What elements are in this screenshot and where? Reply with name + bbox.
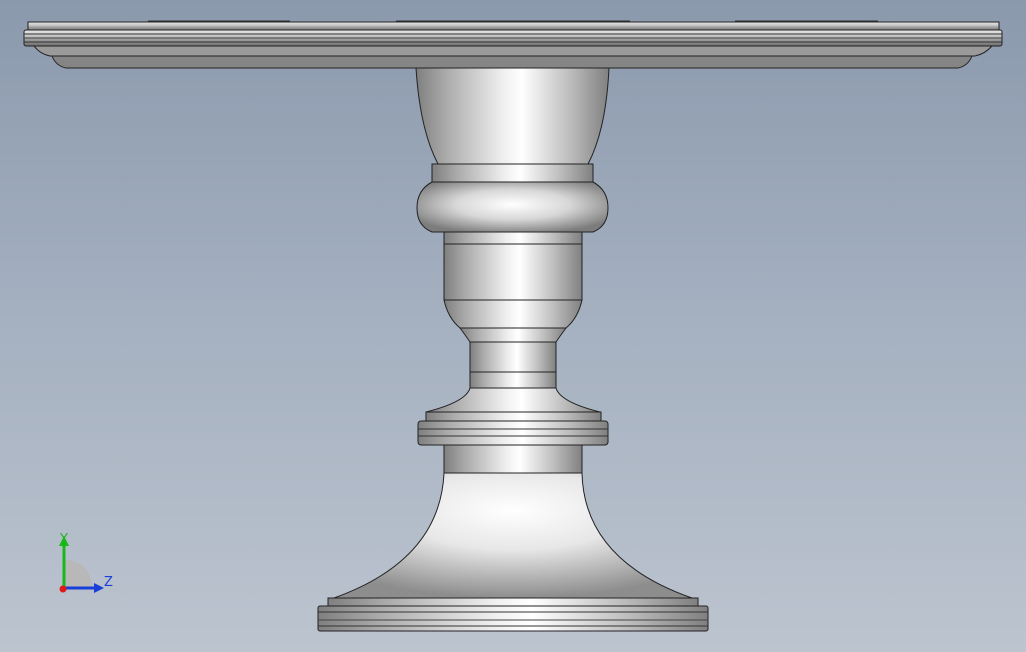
top-plate[interactable] — [23, 20, 1003, 69]
z-axis-arrowhead — [94, 583, 104, 593]
knob-ring[interactable] — [416, 181, 609, 233]
triad-plane-shading — [64, 560, 92, 588]
x-axis-dot — [59, 585, 67, 593]
z-axis-label: Z — [104, 575, 113, 590]
graphics-viewport[interactable]: Y Z — [0, 0, 1026, 652]
middle-stem[interactable] — [425, 231, 601, 413]
lower-collar[interactable] — [417, 411, 609, 474]
cake-stand-model[interactable] — [0, 0, 1026, 652]
y-axis-label: Y — [59, 532, 68, 547]
upper-cup[interactable] — [415, 67, 610, 183]
flared-base[interactable] — [317, 472, 709, 632]
orientation-triad: Y Z — [59, 532, 113, 593]
